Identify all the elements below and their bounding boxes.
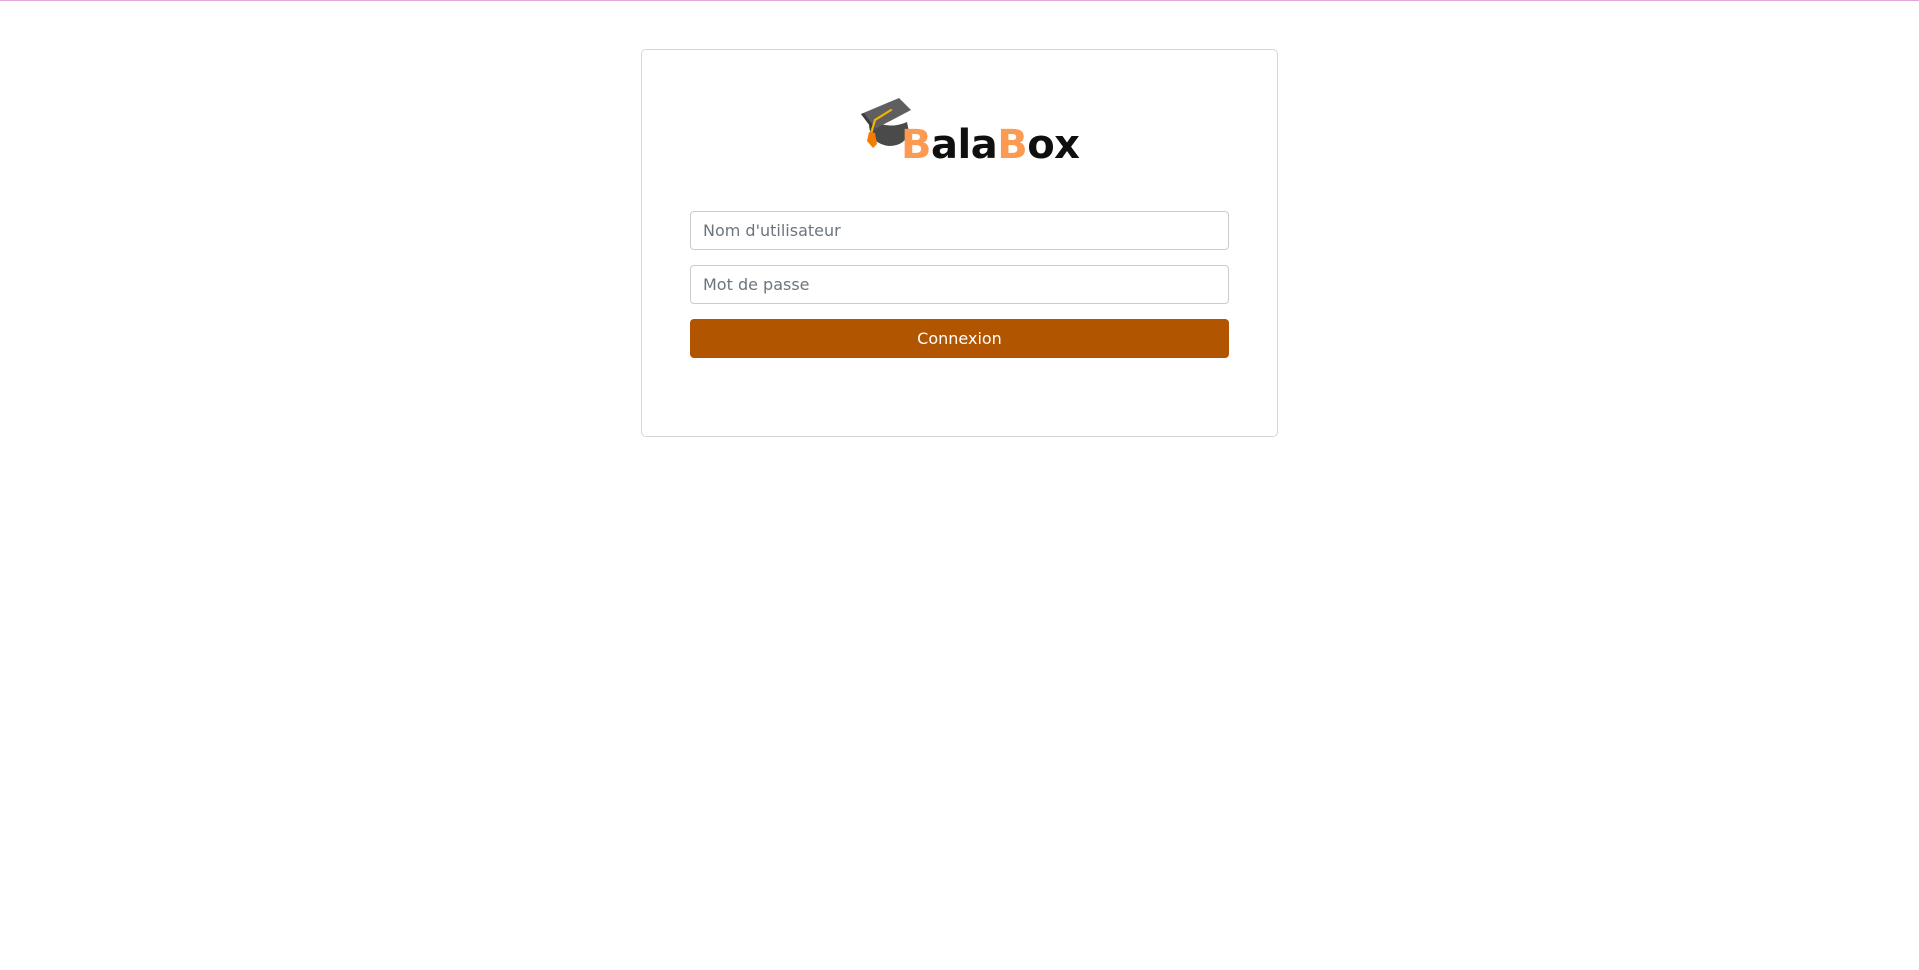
password-input[interactable] bbox=[690, 265, 1229, 304]
logo-letter-b1: B bbox=[901, 122, 932, 168]
top-accent-line bbox=[0, 0, 1919, 1]
logo-letter-b2: B bbox=[997, 122, 1028, 168]
login-button[interactable]: Connexion bbox=[690, 319, 1229, 358]
logo-wordmark: BalaBox bbox=[901, 121, 1080, 169]
logo-text-ox: ox bbox=[1027, 122, 1080, 168]
username-input[interactable] bbox=[690, 211, 1229, 250]
logo-text-ala: ala bbox=[931, 122, 998, 168]
login-card: BalaBox Connexion bbox=[641, 49, 1278, 437]
balabox-logo: BalaBox bbox=[859, 96, 1080, 168]
